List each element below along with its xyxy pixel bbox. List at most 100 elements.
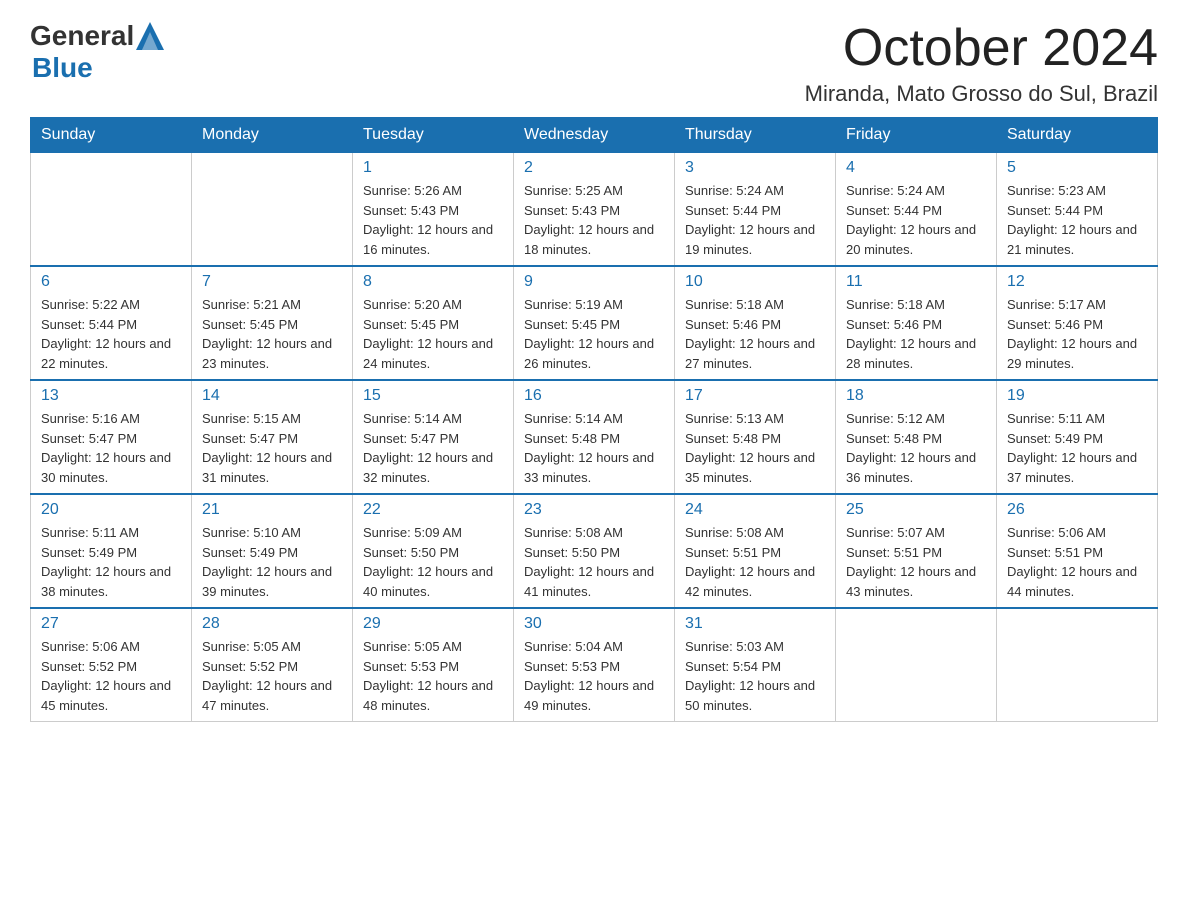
day-info: Sunrise: 5:06 AMSunset: 5:51 PMDaylight:… xyxy=(1007,523,1147,601)
calendar-cell: 5Sunrise: 5:23 AMSunset: 5:44 PMDaylight… xyxy=(997,153,1158,267)
weekday-header-row: SundayMondayTuesdayWednesdayThursdayFrid… xyxy=(31,118,1158,153)
day-number: 30 xyxy=(524,615,664,633)
day-info: Sunrise: 5:20 AMSunset: 5:45 PMDaylight:… xyxy=(363,295,503,373)
calendar-cell: 19 Sunrise: 5:11 AMSunset: 5:49 PMDayligh… xyxy=(997,380,1158,494)
day-number: 6 xyxy=(41,273,181,291)
day-info: Sunrise: 5:21 AMSunset: 5:45 PMDaylight:… xyxy=(202,295,342,373)
day-number: 26 xyxy=(1007,501,1147,519)
calendar-table: SundayMondayTuesdayWednesdayThursdayFrid… xyxy=(30,117,1158,722)
calendar-cell: 28 Sunrise: 5:05 AMSunset: 5:52 PMDayligh… xyxy=(192,608,353,722)
day-info: Sunrise: 5:11 AMSunset: 5:49 PMDaylight:… xyxy=(41,523,181,601)
calendar-cell: 25Sunrise: 5:07 AMSunset: 5:51 PMDayligh… xyxy=(836,494,997,608)
day-info: Sunrise: 5:09 AMSunset: 5:50 PMDaylight:… xyxy=(363,523,503,601)
day-info: Sunrise: 5:11 AMSunset: 5:49 PMDaylight:… xyxy=(1007,409,1147,487)
calendar-title: October 2024 xyxy=(805,20,1158,77)
day-number: 22 xyxy=(363,501,503,519)
day-info: Sunrise: 5:19 AMSunset: 5:45 PMDaylight:… xyxy=(524,295,664,373)
day-number: 2 xyxy=(524,159,664,177)
calendar-cell: 23Sunrise: 5:08 AMSunset: 5:50 PMDayligh… xyxy=(514,494,675,608)
calendar-subtitle: Miranda, Mato Grosso do Sul, Brazil xyxy=(805,81,1158,107)
day-number: 18 xyxy=(846,387,986,405)
day-info: Sunrise: 5:05 AMSunset: 5:52 PMDaylight:… xyxy=(202,637,342,715)
calendar-cell: 1 Sunrise: 5:26 AMSunset: 5:43 PMDaylight… xyxy=(353,153,514,267)
weekday-header-sunday: Sunday xyxy=(31,118,192,153)
title-section: October 2024 Miranda, Mato Grosso do Sul… xyxy=(805,20,1158,107)
day-number: 31 xyxy=(685,615,825,633)
calendar-cell: 30 Sunrise: 5:04 AMSunset: 5:53 PMDayligh… xyxy=(514,608,675,722)
day-number: 9 xyxy=(524,273,664,291)
day-info: Sunrise: 5:18 AMSunset: 5:46 PMDaylight:… xyxy=(685,295,825,373)
calendar-cell: 26 Sunrise: 5:06 AMSunset: 5:51 PMDayligh… xyxy=(997,494,1158,608)
calendar-cell: 21 Sunrise: 5:10 AMSunset: 5:49 PMDayligh… xyxy=(192,494,353,608)
day-number: 24 xyxy=(685,501,825,519)
day-info: Sunrise: 5:04 AMSunset: 5:53 PMDaylight:… xyxy=(524,637,664,715)
calendar-cell: 2Sunrise: 5:25 AMSunset: 5:43 PMDaylight… xyxy=(514,153,675,267)
day-info: Sunrise: 5:14 AMSunset: 5:47 PMDaylight:… xyxy=(363,409,503,487)
day-info: Sunrise: 5:05 AMSunset: 5:53 PMDaylight:… xyxy=(363,637,503,715)
calendar-cell xyxy=(997,608,1158,722)
calendar-cell: 20Sunrise: 5:11 AMSunset: 5:49 PMDayligh… xyxy=(31,494,192,608)
day-number: 5 xyxy=(1007,159,1147,177)
day-number: 12 xyxy=(1007,273,1147,291)
day-number: 4 xyxy=(846,159,986,177)
day-info: Sunrise: 5:08 AMSunset: 5:50 PMDaylight:… xyxy=(524,523,664,601)
weekday-header-tuesday: Tuesday xyxy=(353,118,514,153)
weekday-header-wednesday: Wednesday xyxy=(514,118,675,153)
day-info: Sunrise: 5:22 AMSunset: 5:44 PMDaylight:… xyxy=(41,295,181,373)
day-number: 15 xyxy=(363,387,503,405)
calendar-cell: 8 Sunrise: 5:20 AMSunset: 5:45 PMDaylight… xyxy=(353,266,514,380)
calendar-cell xyxy=(192,153,353,267)
day-number: 3 xyxy=(685,159,825,177)
day-number: 8 xyxy=(363,273,503,291)
calendar-week-row: 6 Sunrise: 5:22 AMSunset: 5:44 PMDaylight… xyxy=(31,266,1158,380)
calendar-week-row: 13Sunrise: 5:16 AMSunset: 5:47 PMDayligh… xyxy=(31,380,1158,494)
logo-icon xyxy=(136,22,164,50)
day-info: Sunrise: 5:07 AMSunset: 5:51 PMDaylight:… xyxy=(846,523,986,601)
day-info: Sunrise: 5:26 AMSunset: 5:43 PMDaylight:… xyxy=(363,181,503,259)
calendar-cell xyxy=(836,608,997,722)
page-header: General Blue October 2024 Miranda, Mato … xyxy=(30,20,1158,107)
day-info: Sunrise: 5:18 AMSunset: 5:46 PMDaylight:… xyxy=(846,295,986,373)
weekday-header-monday: Monday xyxy=(192,118,353,153)
day-number: 11 xyxy=(846,273,986,291)
calendar-cell: 11 Sunrise: 5:18 AMSunset: 5:46 PMDayligh… xyxy=(836,266,997,380)
calendar-cell: 17 Sunrise: 5:13 AMSunset: 5:48 PMDayligh… xyxy=(675,380,836,494)
day-info: Sunrise: 5:13 AMSunset: 5:48 PMDaylight:… xyxy=(685,409,825,487)
day-number: 19 xyxy=(1007,387,1147,405)
calendar-cell: 14Sunrise: 5:15 AMSunset: 5:47 PMDayligh… xyxy=(192,380,353,494)
calendar-week-row: 1 Sunrise: 5:26 AMSunset: 5:43 PMDaylight… xyxy=(31,153,1158,267)
day-number: 14 xyxy=(202,387,342,405)
calendar-cell: 9 Sunrise: 5:19 AMSunset: 5:45 PMDaylight… xyxy=(514,266,675,380)
weekday-header-saturday: Saturday xyxy=(997,118,1158,153)
calendar-cell: 22 Sunrise: 5:09 AMSunset: 5:50 PMDayligh… xyxy=(353,494,514,608)
calendar-cell: 3Sunrise: 5:24 AMSunset: 5:44 PMDaylight… xyxy=(675,153,836,267)
logo: General Blue xyxy=(30,20,164,84)
calendar-cell xyxy=(31,153,192,267)
calendar-week-row: 27 Sunrise: 5:06 AMSunset: 5:52 PMDayligh… xyxy=(31,608,1158,722)
day-number: 28 xyxy=(202,615,342,633)
calendar-cell: 24 Sunrise: 5:08 AMSunset: 5:51 PMDayligh… xyxy=(675,494,836,608)
day-number: 1 xyxy=(363,159,503,177)
weekday-header-thursday: Thursday xyxy=(675,118,836,153)
calendar-cell: 10 Sunrise: 5:18 AMSunset: 5:46 PMDayligh… xyxy=(675,266,836,380)
calendar-cell: 12 Sunrise: 5:17 AMSunset: 5:46 PMDayligh… xyxy=(997,266,1158,380)
day-info: Sunrise: 5:17 AMSunset: 5:46 PMDaylight:… xyxy=(1007,295,1147,373)
day-number: 13 xyxy=(41,387,181,405)
calendar-cell: 29Sunrise: 5:05 AMSunset: 5:53 PMDayligh… xyxy=(353,608,514,722)
calendar-cell: 27 Sunrise: 5:06 AMSunset: 5:52 PMDayligh… xyxy=(31,608,192,722)
day-number: 27 xyxy=(41,615,181,633)
calendar-cell: 4Sunrise: 5:24 AMSunset: 5:44 PMDaylight… xyxy=(836,153,997,267)
day-number: 21 xyxy=(202,501,342,519)
day-info: Sunrise: 5:12 AMSunset: 5:48 PMDaylight:… xyxy=(846,409,986,487)
calendar-cell: 16Sunrise: 5:14 AMSunset: 5:48 PMDayligh… xyxy=(514,380,675,494)
calendar-week-row: 20Sunrise: 5:11 AMSunset: 5:49 PMDayligh… xyxy=(31,494,1158,608)
calendar-cell: 13Sunrise: 5:16 AMSunset: 5:47 PMDayligh… xyxy=(31,380,192,494)
day-number: 17 xyxy=(685,387,825,405)
day-info: Sunrise: 5:08 AMSunset: 5:51 PMDaylight:… xyxy=(685,523,825,601)
day-info: Sunrise: 5:14 AMSunset: 5:48 PMDaylight:… xyxy=(524,409,664,487)
day-info: Sunrise: 5:10 AMSunset: 5:49 PMDaylight:… xyxy=(202,523,342,601)
calendar-cell: 15 Sunrise: 5:14 AMSunset: 5:47 PMDayligh… xyxy=(353,380,514,494)
weekday-header-friday: Friday xyxy=(836,118,997,153)
day-number: 10 xyxy=(685,273,825,291)
day-info: Sunrise: 5:06 AMSunset: 5:52 PMDaylight:… xyxy=(41,637,181,715)
